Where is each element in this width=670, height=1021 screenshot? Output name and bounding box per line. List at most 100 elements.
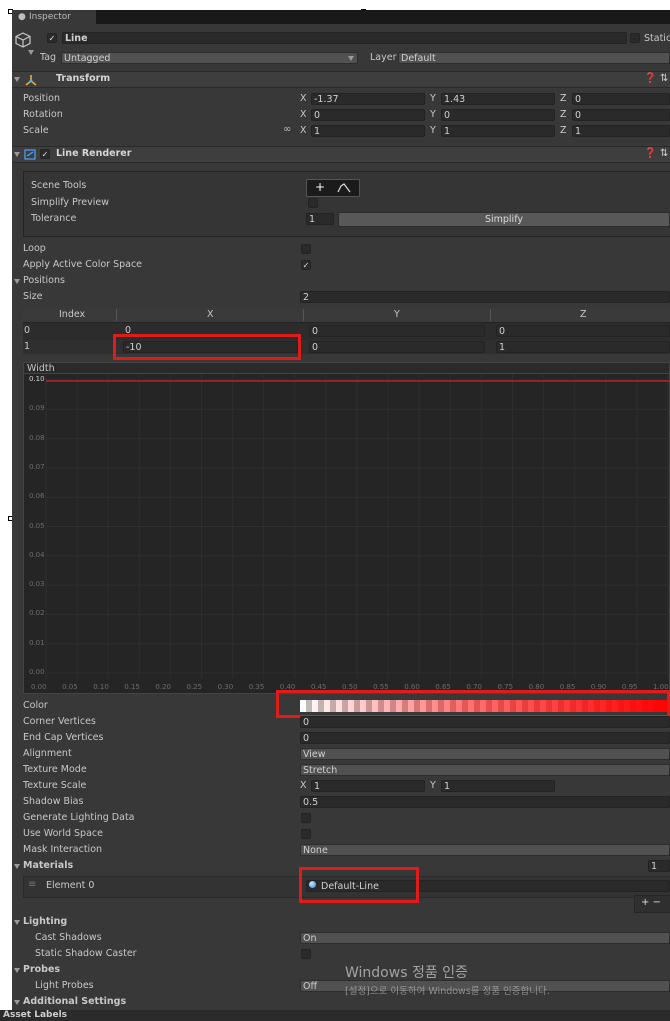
end-cap-vertices-field[interactable]: 0 [300,732,670,744]
tag-dropdown[interactable]: Untagged [61,52,358,64]
materials-count-field[interactable]: 1 [648,860,670,872]
line-renderer-icon [24,149,36,160]
static-checkbox[interactable] [630,33,640,43]
axis-x-label: X [300,93,307,104]
object-name-field[interactable]: Line [62,32,627,44]
activation-watermark-subtitle: [설정]으로 이동하여 Windows를 정품 인증합니다. [345,986,550,997]
cast-shadows-dropdown[interactable]: On [300,932,670,944]
layer-dropdown[interactable]: Default [398,52,670,64]
loop-checkbox[interactable] [301,244,311,254]
width-x-tick: 0.85 [559,683,576,691]
help-icon[interactable]: ❓ [644,73,656,84]
width-x-tick: 0.90 [590,683,607,691]
texture-mode-dropdown[interactable]: Stretch [300,764,670,776]
width-x-tick: 0.30 [217,683,234,691]
alignment-dropdown[interactable]: View [300,748,670,760]
axis-y-label: Y [430,125,436,136]
color-label: Color [23,700,48,711]
position-x-field[interactable]: -1.37 [311,93,425,105]
additional-foldout-icon[interactable] [14,1000,20,1005]
help-icon[interactable]: ❓ [644,148,656,159]
rotation-x-field[interactable]: 0 [311,109,425,121]
column-divider [116,309,117,321]
width-curve-grid [45,374,670,679]
shadow-bias-field[interactable]: 0.5 [300,796,670,808]
scale-z-field[interactable]: 1 [572,125,670,137]
active-checkbox[interactable]: ✓ [47,33,57,43]
corner-vertices-label: Corner Vertices [23,716,96,727]
scale-x-field[interactable]: 1 [311,125,425,137]
width-x-tick: 0.40 [279,683,296,691]
simplify-button[interactable]: Simplify [338,212,670,227]
enabled-checkbox[interactable]: ✓ [40,149,50,159]
probes-foldout-icon[interactable] [14,968,20,973]
gameobject-cube-icon [14,31,32,49]
add-point-button[interactable]: + [315,180,325,194]
width-x-tick: 0.45 [310,683,327,691]
settings-icon[interactable]: ⇅ [660,73,668,84]
chevron-down-icon[interactable] [28,50,34,55]
width-y-tick: 0.05 [29,521,45,530]
simplify-preview-checkbox[interactable] [308,198,318,208]
tolerance-field[interactable]: 1 [306,213,334,225]
axis-x-label: X [300,109,307,120]
use-world-space-checkbox[interactable] [301,829,311,839]
width-y-tick: 0.00 [29,668,45,676]
rotation-z-field[interactable]: 0 [572,109,670,121]
column-divider [490,309,491,321]
edit-points-icon[interactable] [337,182,351,193]
column-header-z: Z [580,309,587,320]
list-add-remove-buttons[interactable]: + − [634,895,670,913]
asset-labels-bar[interactable]: Asset Labels [0,1010,670,1021]
lighting-foldout-icon[interactable] [14,920,20,925]
mask-interaction-dropdown[interactable]: None [300,844,670,856]
width-x-tick: 0.50 [342,683,358,691]
lighting-label: Lighting [23,916,68,927]
tag-dropdown-arrow-icon [348,56,354,61]
width-y-tick: 0.09 [29,404,45,413]
row-y-field[interactable]: 0 [309,325,485,337]
row-y-field[interactable]: 0 [309,341,485,353]
width-curve-editor[interactable] [23,374,670,694]
tab-inspector[interactable]: ● Inspector [12,10,96,24]
rotation-label: Rotation [23,109,63,120]
row-z-field[interactable]: 1 [496,341,670,353]
transform-icon [25,75,37,86]
corner-vertices-field[interactable]: 0 [300,716,670,728]
mask-interaction-label: Mask Interaction [23,844,103,855]
width-x-tick: 0.35 [248,683,265,691]
row-index: 0 [24,325,31,336]
texture-scale-x-field[interactable]: 1 [311,780,425,792]
width-y-tick: 0.07 [29,462,45,471]
inspector-panel: ● Inspector ✓ Line Static Tag Untagged La… [12,10,670,1021]
width-x-tick: 0.75 [497,683,514,691]
highlight-box-material [299,867,419,903]
drag-handle-icon[interactable]: ≡ [28,879,36,890]
end-cap-vertices-label: End Cap Vertices [23,732,104,743]
line-renderer-header[interactable]: ✓ Line Renderer ❓ ⇅ [12,146,670,163]
foldout-arrow-icon [14,152,20,157]
row-z-field[interactable]: 0 [496,325,670,337]
scale-y-field[interactable]: 1 [441,125,555,137]
position-y-field[interactable]: 1.43 [441,93,555,105]
size-field[interactable]: 2 [300,291,670,303]
static-shadow-checkbox[interactable] [301,949,311,959]
link-icon[interactable]: ∞ [283,124,291,135]
width-x-tick: 0.80 [528,683,545,691]
static-shadow-label: Static Shadow Caster [35,948,137,959]
materials-foldout-icon[interactable] [14,864,20,869]
apply-color-space-checkbox[interactable]: ✓ [301,260,311,270]
generate-lighting-checkbox[interactable] [301,813,311,823]
materials-label: Materials [23,860,74,871]
settings-icon[interactable]: ⇅ [660,148,668,159]
position-z-field[interactable]: 0 [572,93,670,105]
transform-header[interactable]: Transform ❓ ⇅ [12,71,670,88]
rotation-y-field[interactable]: 0 [441,109,555,121]
foldout-arrow-icon [14,77,20,82]
scene-tools-buttons: + [306,179,360,197]
scene-tools-label: Scene Tools [31,180,87,191]
positions-foldout-icon[interactable] [14,279,20,284]
generate-lighting-label: Generate Lighting Data [23,812,135,823]
texture-scale-y-field[interactable]: 1 [441,780,555,792]
axis-z-label: Z [560,125,567,136]
